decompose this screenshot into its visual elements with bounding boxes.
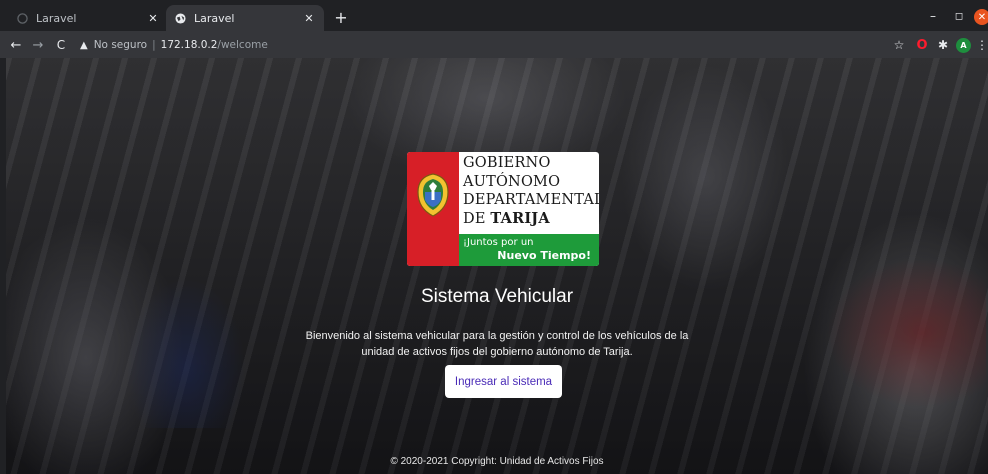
- login-button[interactable]: Ingresar al sistema: [445, 365, 562, 398]
- forward-arrow-icon[interactable]: →: [28, 35, 48, 55]
- government-logo: GOBIERNO AUTÓNOMO DEPARTAMENTAL DE TARIJ…: [407, 152, 599, 266]
- description-line: unidad de activos fijos del gobierno aut…: [361, 346, 633, 358]
- background-overlay: [6, 58, 988, 474]
- logo-slogan-line: ¡Juntos por un: [463, 237, 534, 248]
- browser-toolbar: ← → C ▲ No seguro | 172.18.0.2 /welcome …: [0, 31, 988, 58]
- logo-line: GOBIERNO: [463, 155, 551, 171]
- profile-avatar-icon[interactable]: A: [956, 38, 971, 53]
- opera-extension-icon[interactable]: O: [914, 35, 930, 55]
- minimize-icon[interactable]: –: [925, 7, 941, 25]
- page-viewport: GOBIERNO AUTÓNOMO DEPARTAMENTAL DE TARIJ…: [6, 58, 988, 474]
- logo-line: DEPARTAMENTAL: [463, 192, 599, 208]
- reload-icon[interactable]: C: [51, 35, 71, 55]
- logo-slogan-line: Nuevo Tiempo!: [497, 249, 591, 262]
- footer-copyright: © 2020-2021 Copyright: Unidad de Activos…: [390, 456, 604, 467]
- url-host[interactable]: 172.18.0.2: [161, 39, 218, 51]
- tab-laravel-2[interactable]: Laravel ✕: [166, 5, 324, 31]
- page-description: Bienvenido al sistema vehicular para la …: [6, 328, 988, 360]
- logo-line-prefix: DE: [463, 210, 491, 227]
- tab-title: Laravel: [194, 11, 235, 25]
- logo-line: AUTÓNOMO: [463, 173, 561, 190]
- close-icon[interactable]: ✕: [146, 11, 160, 25]
- tab-title: Laravel: [36, 11, 77, 25]
- logo-slogan-band: ¡Juntos por un Nuevo Tiempo!: [459, 234, 599, 266]
- close-window-icon[interactable]: ✕: [974, 9, 988, 25]
- tab-laravel-1[interactable]: Laravel ✕: [8, 5, 168, 31]
- maximize-icon[interactable]: ◻: [951, 7, 967, 25]
- logo-line-strong: TARIJA: [490, 209, 550, 227]
- globe-icon: [16, 12, 28, 24]
- url-path[interactable]: /welcome: [217, 39, 267, 51]
- logo-line: DE TARIJA: [463, 210, 597, 229]
- bookmark-star-icon[interactable]: ☆: [890, 35, 908, 55]
- extensions-puzzle-icon[interactable]: ✱: [935, 35, 951, 55]
- warning-icon[interactable]: ▲: [80, 40, 88, 51]
- logo-wordmark: GOBIERNO AUTÓNOMO DEPARTAMENTAL DE TARIJ…: [463, 154, 599, 229]
- globe-icon: [174, 12, 186, 24]
- plus-icon[interactable]: +: [330, 6, 352, 28]
- close-icon[interactable]: ✕: [302, 11, 316, 25]
- address-bar[interactable]: ▲ No seguro | 172.18.0.2 /welcome: [80, 35, 880, 55]
- kebab-menu-icon[interactable]: ⋮: [976, 35, 988, 55]
- page-title: Sistema Vehicular: [420, 286, 574, 307]
- back-arrow-icon[interactable]: ←: [6, 35, 26, 55]
- coat-of-arms-icon: [417, 173, 449, 217]
- description-line: Bienvenido al sistema vehicular para la …: [305, 330, 689, 342]
- tab-strip: Laravel ✕ Laravel ✕ + – ◻ ✕: [0, 0, 988, 31]
- security-label[interactable]: No seguro: [94, 39, 147, 51]
- divider: |: [152, 39, 156, 51]
